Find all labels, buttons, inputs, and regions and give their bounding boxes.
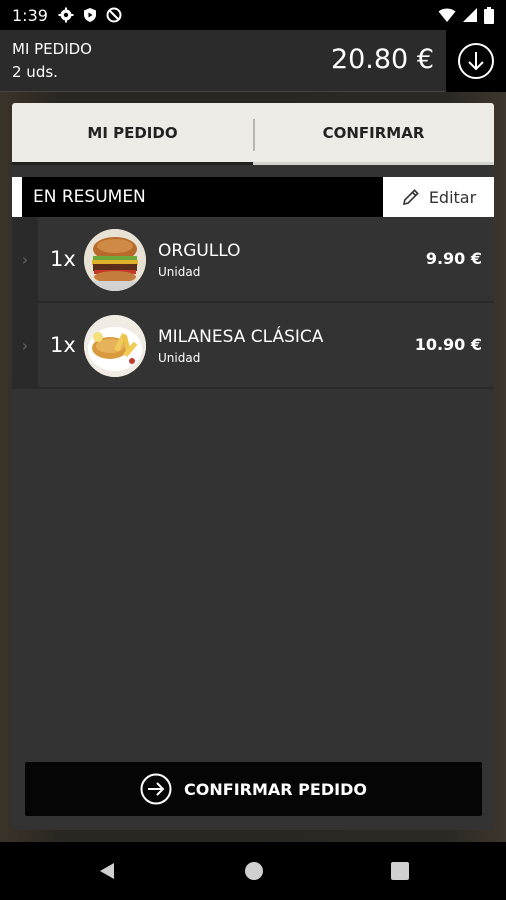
confirm-order-button[interactable]: CONFIRMAR PEDIDO xyxy=(25,762,482,816)
order-tabs: MI PEDIDO CONFIRMAR xyxy=(12,103,494,165)
item-unit: Unidad xyxy=(158,265,201,279)
edit-button[interactable]: Editar xyxy=(383,177,494,217)
arrow-right-circle-icon xyxy=(140,773,172,805)
chevron-right-icon[interactable]: › xyxy=(12,217,38,301)
item-price: 10.90 € xyxy=(414,335,482,354)
list-item[interactable]: › 1x MILANESA CLÁSICA Unidad 10.90 € xyxy=(12,303,494,389)
item-price: 9.90 € xyxy=(425,249,482,268)
recents-icon[interactable] xyxy=(390,861,410,881)
no-sim-icon xyxy=(106,7,122,23)
edit-label: Editar xyxy=(428,187,477,207)
wifi-icon xyxy=(438,8,456,22)
home-icon[interactable] xyxy=(244,861,264,881)
item-unit: Unidad xyxy=(158,351,201,365)
order-header: MI PEDIDO 2 uds. 20.80 € xyxy=(0,30,506,92)
system-nav-bar xyxy=(0,842,506,900)
item-quantity: 1x xyxy=(50,333,76,357)
confirm-order-label: CONFIRMAR PEDIDO xyxy=(184,779,367,799)
battery-icon xyxy=(484,6,494,24)
arrow-down-circle-icon xyxy=(458,43,494,79)
pencil-icon xyxy=(402,189,419,206)
summary-bar: EN RESUMEN Editar xyxy=(12,177,494,217)
order-title: MI PEDIDO xyxy=(12,40,92,58)
order-count: 2 uds. xyxy=(12,63,58,81)
summary-title: EN RESUMEN xyxy=(33,187,146,207)
summary-marker xyxy=(12,177,22,217)
tab-mi-pedido[interactable]: MI PEDIDO xyxy=(12,103,253,165)
item-name: MILANESA CLÁSICA xyxy=(158,327,324,347)
status-time: 1:39 xyxy=(12,5,48,25)
order-panel: MI PEDIDO CONFIRMAR EN RESUMEN Editar › … xyxy=(12,103,494,830)
item-quantity: 1x xyxy=(50,247,76,271)
item-image-burger xyxy=(84,229,146,291)
play-shield-icon xyxy=(83,8,96,22)
list-item[interactable]: › 1x ORGULLO Unidad 9.90 € xyxy=(12,217,494,303)
chevron-right-icon[interactable]: › xyxy=(12,303,38,387)
tab-confirmar[interactable]: CONFIRMAR xyxy=(253,103,494,165)
back-icon[interactable] xyxy=(97,861,117,881)
status-bar: 1:39 xyxy=(0,0,506,30)
collapse-order-button[interactable] xyxy=(446,30,506,92)
order-items-list: › 1x ORGULLO Unidad 9.90 € › 1x MILANESA… xyxy=(12,217,494,389)
signal-icon xyxy=(463,8,477,22)
item-image-milanesa xyxy=(84,315,146,377)
gear-icon xyxy=(58,7,74,23)
item-name: ORGULLO xyxy=(158,241,241,261)
order-total: 20.80 € xyxy=(330,44,434,75)
